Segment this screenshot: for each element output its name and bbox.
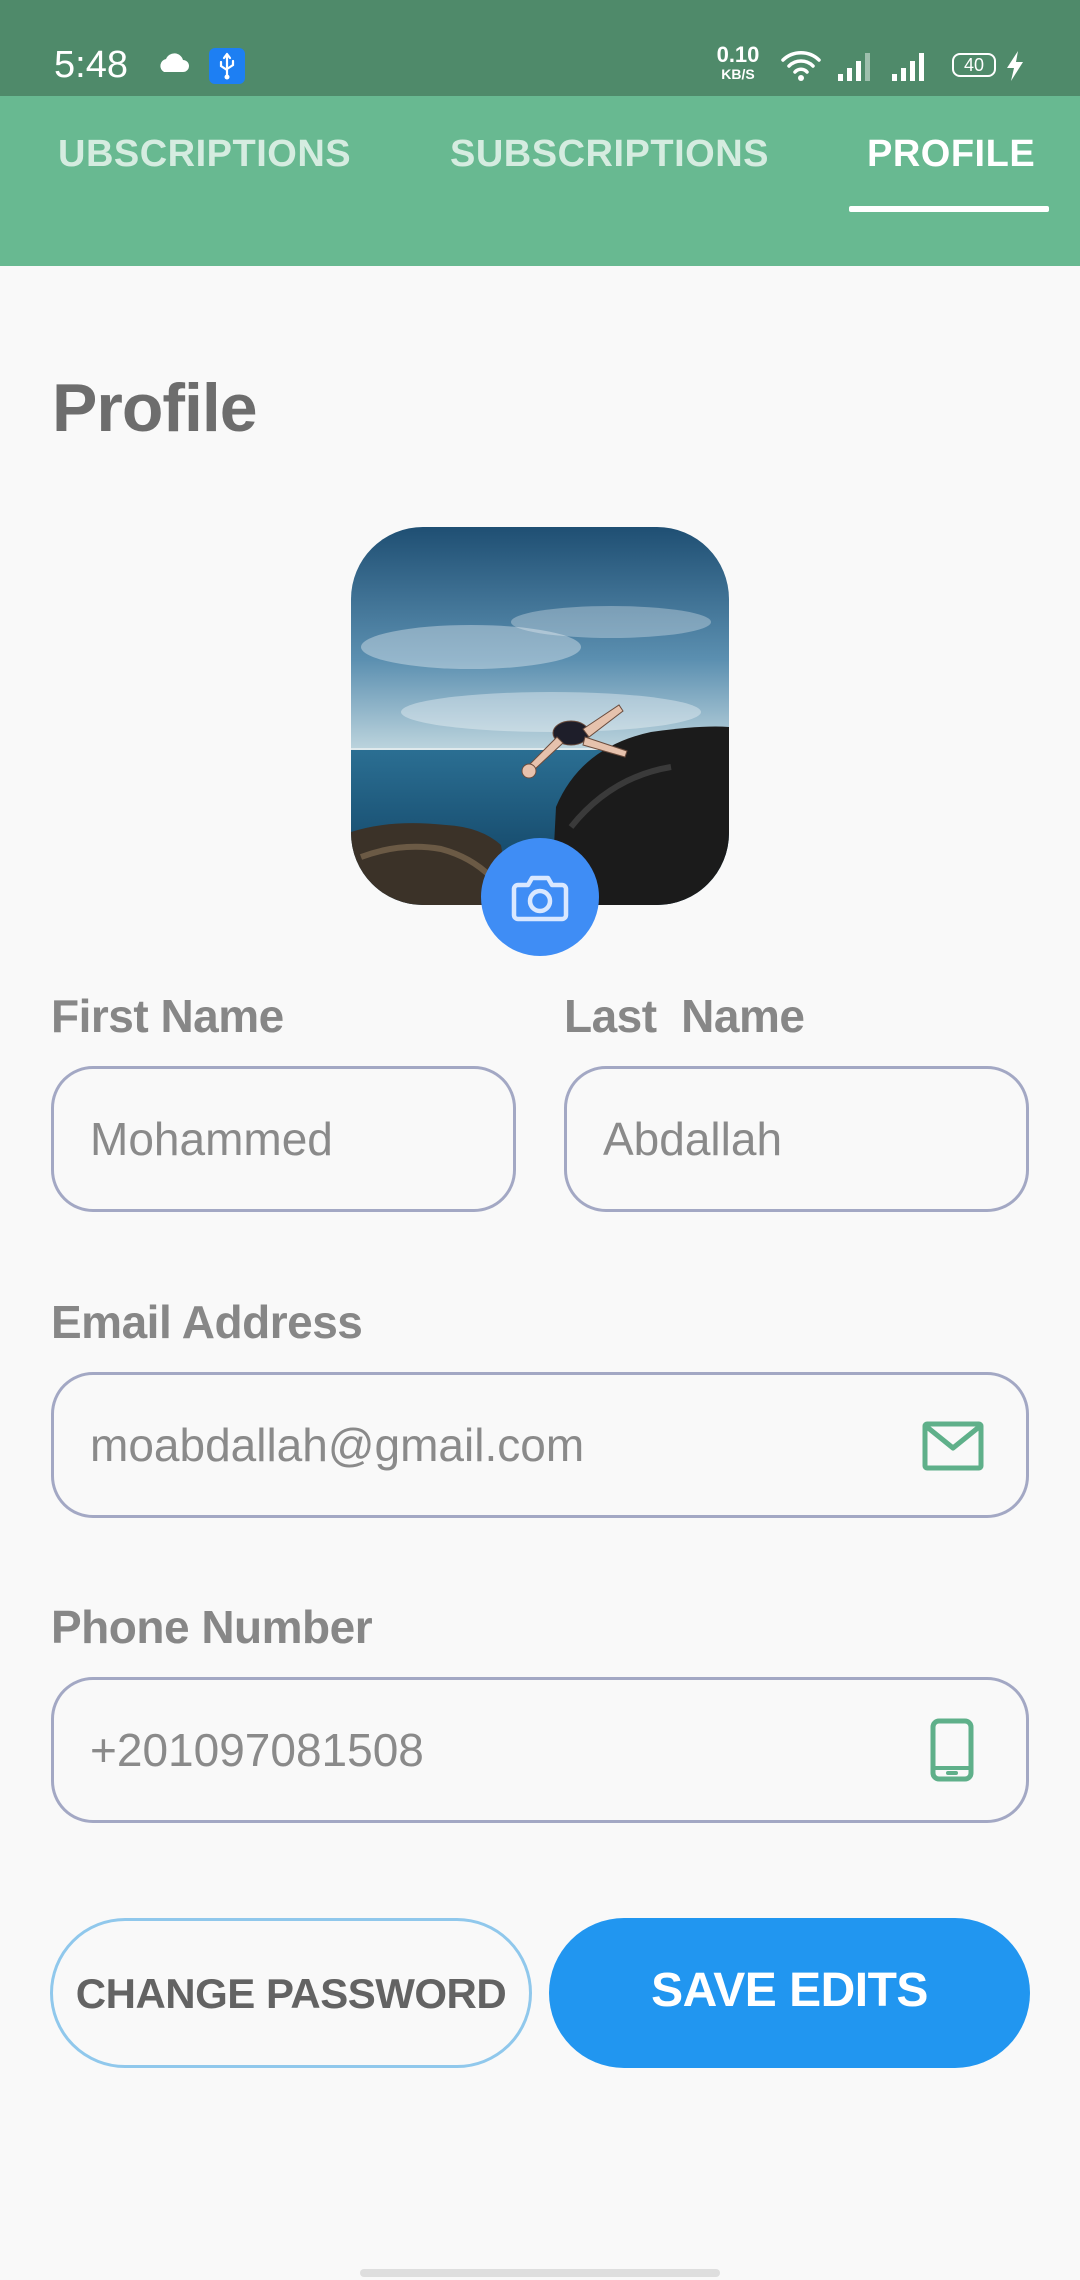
phone-value: +201097081508 [90, 1724, 424, 1776]
status-time: 5:48 [54, 44, 128, 86]
email-value: moabdallah@gmail.com [90, 1419, 585, 1471]
email-label: Email Address [51, 1296, 363, 1348]
profile-screen: 5:48 0.10 KB/S 40 UBSCRIPTIONS SUBSCRIPT… [0, 0, 1080, 2280]
tab-subscriptions[interactable]: SUBSCRIPTIONS [450, 124, 769, 184]
phone-icon [930, 1718, 974, 1787]
tab-profile[interactable]: PROFILE [867, 124, 1035, 184]
network-speed-value: 0.10 [716, 42, 760, 67]
last-name-label: Last Name [564, 990, 805, 1042]
mail-icon [922, 1421, 984, 1476]
first-name-value: Mohammed [90, 1113, 333, 1165]
change-photo-button[interactable] [481, 838, 599, 956]
page-title: Profile [52, 370, 258, 446]
network-speed-unit: KB/S [721, 66, 755, 82]
first-name-field[interactable]: Mohammed [51, 1066, 516, 1212]
first-name-label: First Name [51, 990, 284, 1042]
active-tab-indicator [849, 206, 1049, 212]
signal-icon [836, 50, 874, 82]
camera-icon [511, 875, 569, 922]
battery-icon: 40 [952, 53, 996, 77]
change-password-button[interactable]: CHANGE PASSWORD [50, 1918, 532, 2068]
network-speed: 0.10 KB/S [712, 42, 764, 82]
last-name-value: Abdallah [603, 1113, 783, 1165]
save-edits-button[interactable]: SAVE EDITS [549, 1918, 1030, 2068]
last-name-field[interactable]: Abdallah [564, 1066, 1029, 1212]
phone-label: Phone Number [51, 1601, 373, 1653]
phone-field[interactable]: +201097081508 [51, 1677, 1029, 1823]
home-indicator[interactable] [360, 2269, 720, 2277]
status-bar: 5:48 0.10 KB/S 40 [0, 0, 1080, 96]
email-field[interactable]: moabdallah@gmail.com [51, 1372, 1029, 1518]
usb-icon [209, 48, 245, 84]
wifi-icon [780, 48, 822, 82]
signal-icon [890, 50, 928, 82]
cloud-icon [156, 52, 190, 74]
tab-bar: UBSCRIPTIONS SUBSCRIPTIONS PROFILE [0, 96, 1080, 266]
tab-ubscriptions[interactable]: UBSCRIPTIONS [58, 124, 351, 184]
charging-bolt-icon [1004, 50, 1026, 82]
